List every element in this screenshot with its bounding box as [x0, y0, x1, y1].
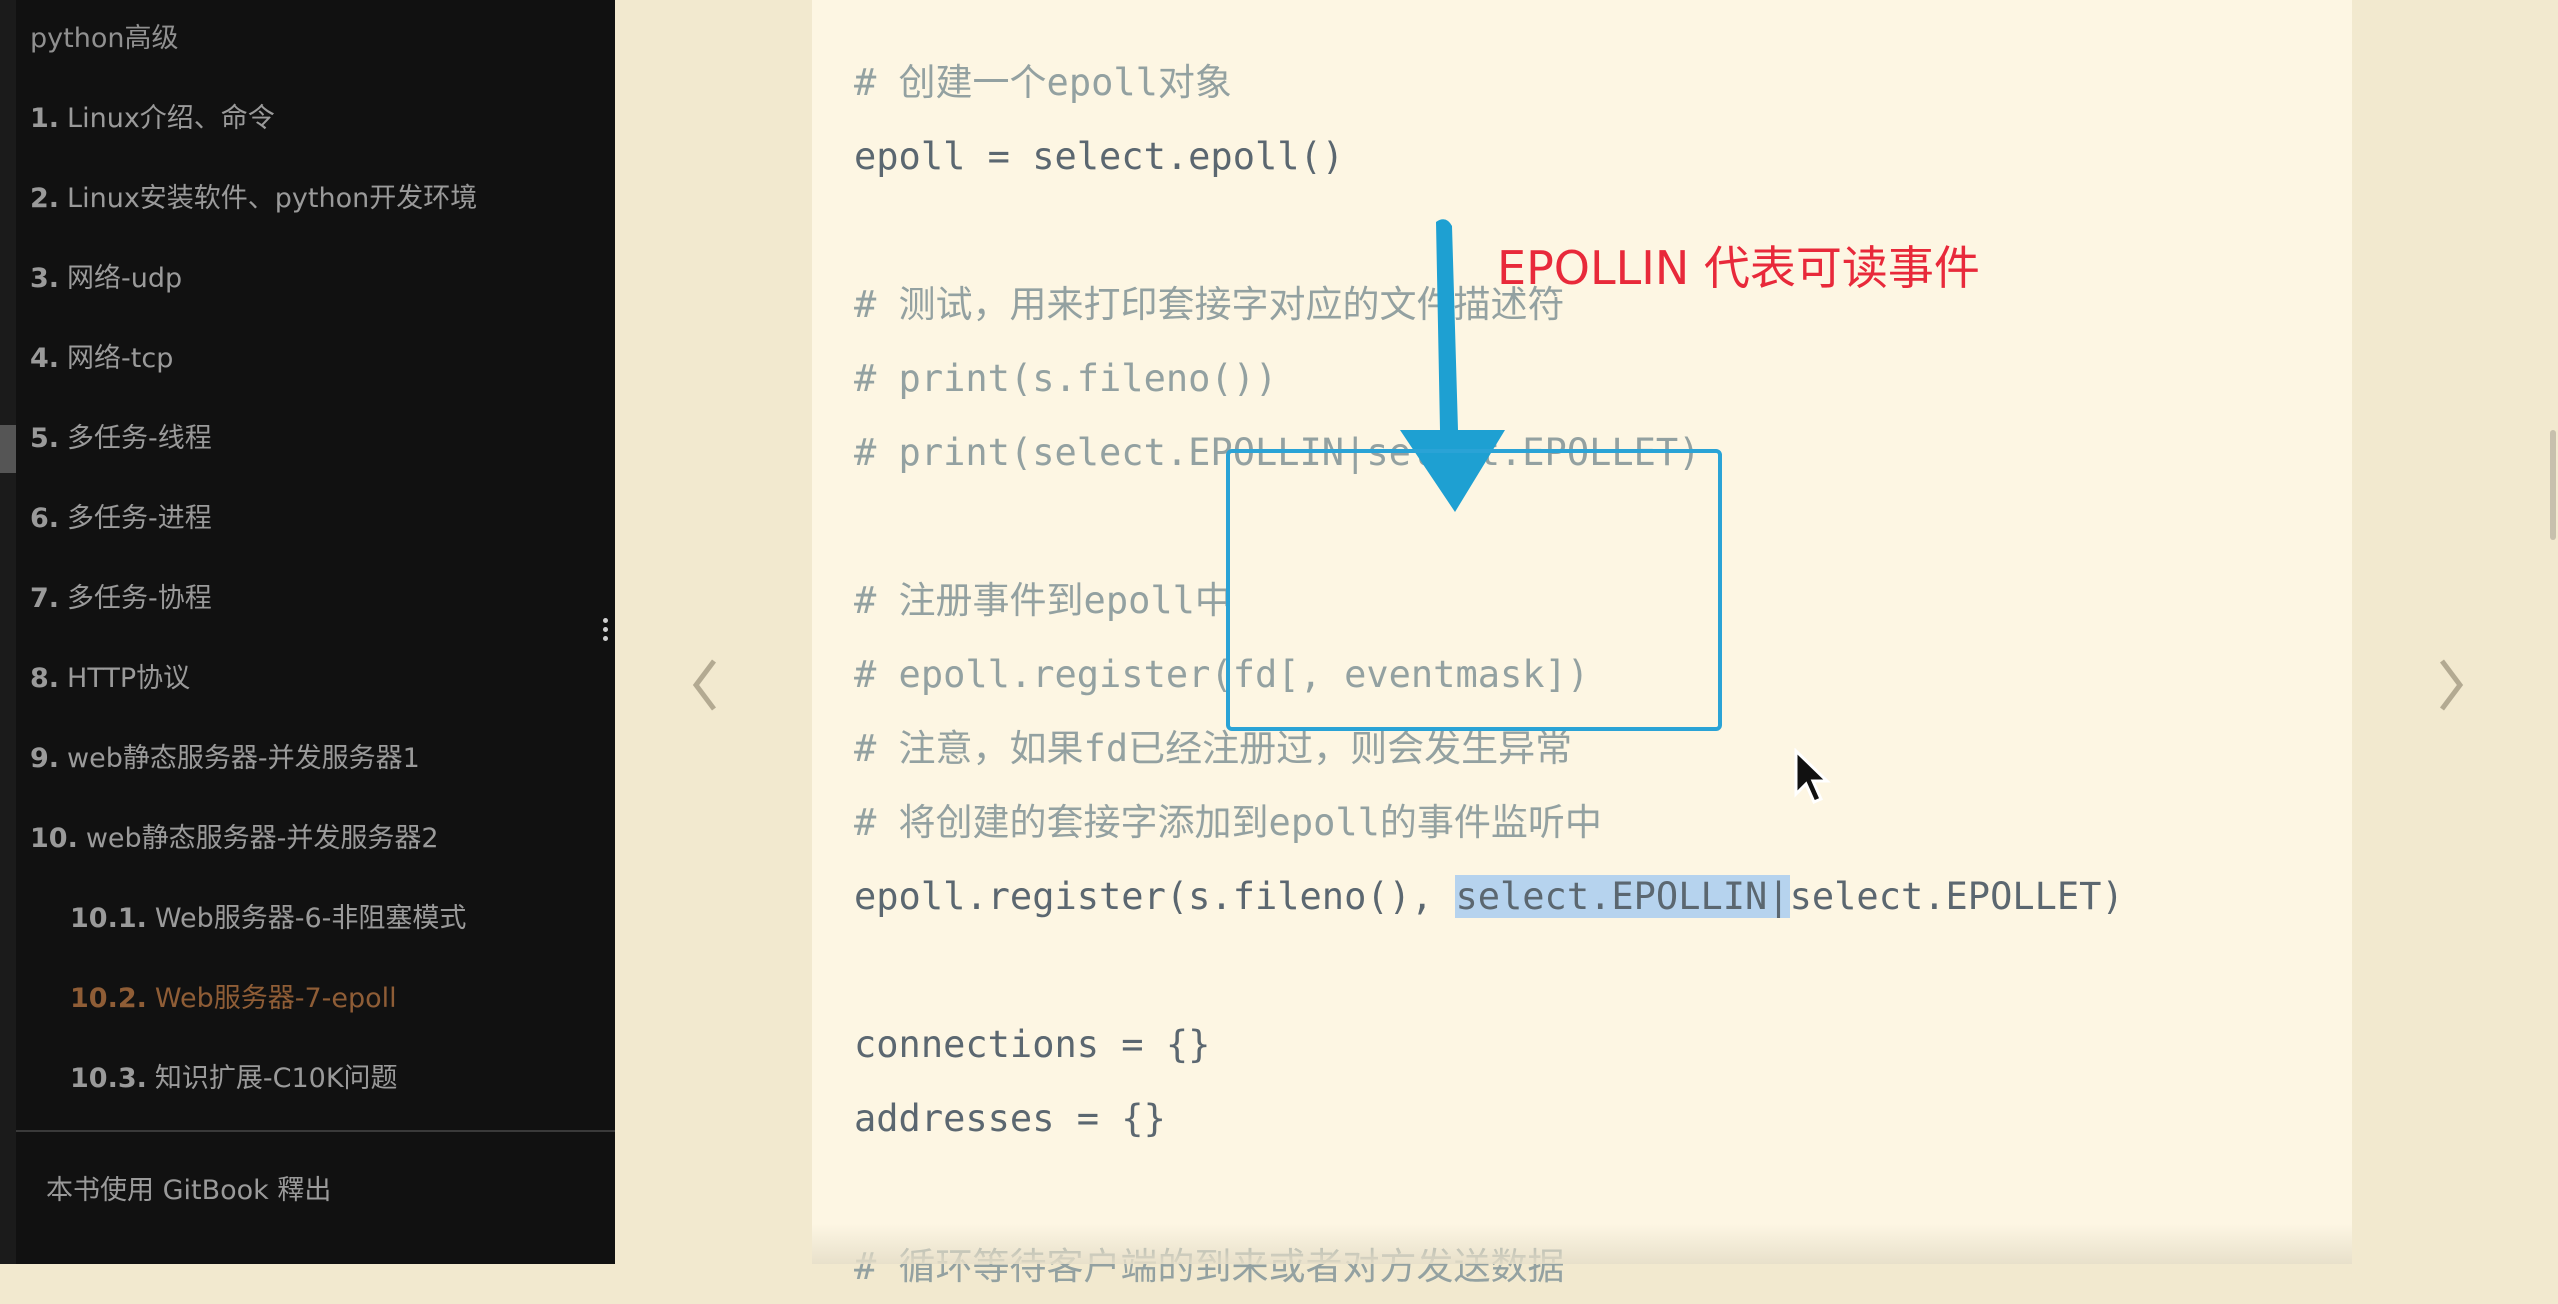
mouse-cursor-icon: [1793, 747, 1833, 812]
annotation-box: [1226, 449, 1722, 731]
scrollbar[interactable]: [2550, 430, 2556, 540]
annotation-text: EPOLLIN 代表可读事件: [1497, 241, 1980, 295]
